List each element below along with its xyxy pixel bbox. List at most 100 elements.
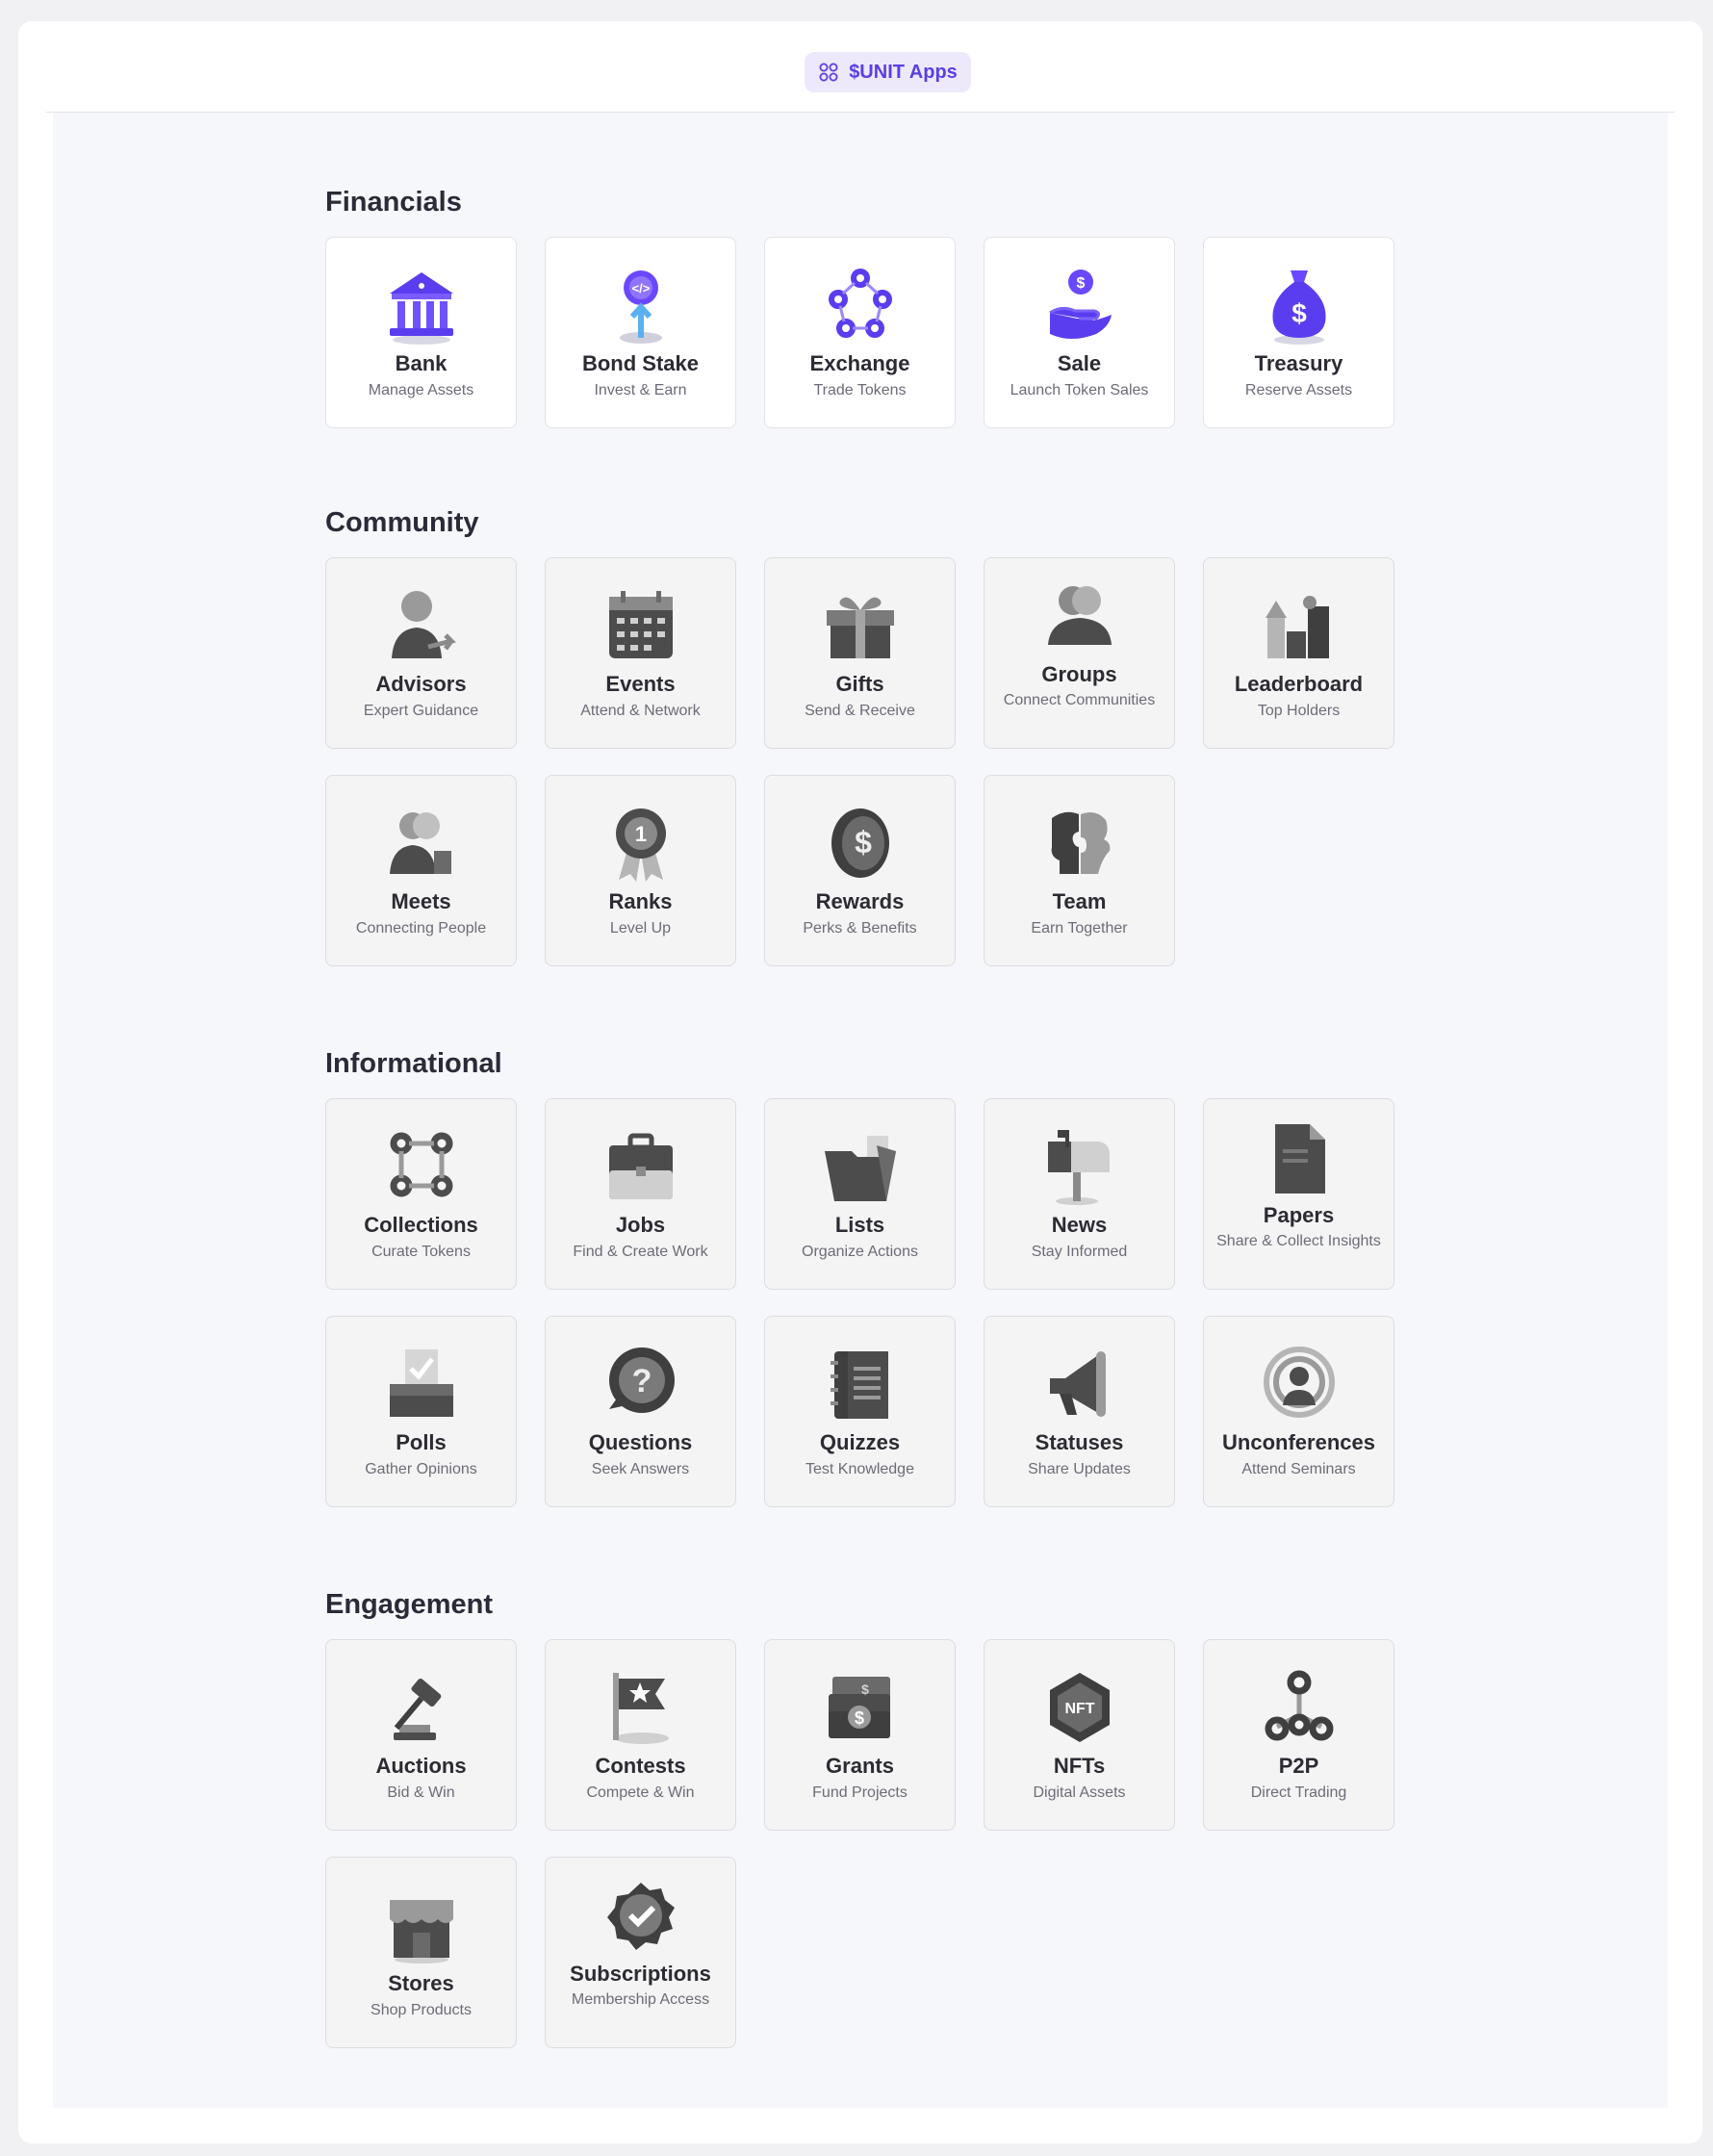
section-title: Community xyxy=(325,507,479,538)
bond-stake-icon: </> xyxy=(603,267,678,346)
app-subtitle: Share Updates xyxy=(1028,1461,1131,1477)
app-card-jobs[interactable]: Jobs Find & Create Work xyxy=(545,1098,736,1290)
apps-menu-button[interactable]: $UNIT Apps xyxy=(805,52,971,92)
leaderboard-icon xyxy=(1262,587,1337,666)
app-card-events[interactable]: Events Attend & Network xyxy=(545,557,736,749)
exchange-icon xyxy=(823,267,898,346)
app-label: Lists xyxy=(834,1213,885,1237)
app-card-auctions[interactable]: Auctions Bid & Win xyxy=(325,1639,517,1831)
app-subtitle: Level Up xyxy=(609,920,672,937)
app-label: Papers xyxy=(1263,1203,1335,1227)
app-subtitle: Stay Informed xyxy=(1031,1244,1128,1260)
app-label: Team xyxy=(1052,889,1107,913)
app-subtitle: Launch Token Sales xyxy=(1010,382,1149,398)
app-label: Exchange xyxy=(809,351,910,375)
advisor-icon xyxy=(384,587,459,666)
app-label: Questions xyxy=(588,1430,693,1454)
app-label: Ranks xyxy=(608,889,673,913)
group-icon xyxy=(1042,581,1117,660)
app-label: Grants xyxy=(826,1754,894,1778)
app-label: Advisors xyxy=(375,672,467,696)
app-card-bank[interactable]: Bank Manage Assets xyxy=(325,237,517,428)
app-card-bond-stake[interactable]: </> Bond Stake Invest & Earn xyxy=(545,237,736,428)
app-subtitle: Share & Collect Insights xyxy=(1216,1233,1381,1249)
app-label: News xyxy=(1051,1213,1108,1237)
app-subtitle: Invest & Earn xyxy=(594,382,687,398)
app-subtitle: Curate Tokens xyxy=(371,1244,471,1260)
app-subtitle: Earn Together xyxy=(1031,920,1128,937)
meets-icon xyxy=(384,805,459,884)
ballot-icon xyxy=(384,1346,459,1424)
app-subtitle: Reserve Assets xyxy=(1244,382,1353,398)
app-label: Collections xyxy=(364,1213,478,1237)
app-card-sale[interactable]: $ Sale Launch Token Sales xyxy=(984,237,1175,428)
p2p-icon xyxy=(1262,1669,1337,1748)
app-card-statuses[interactable]: Statuses Share Updates xyxy=(984,1316,1175,1507)
mailbox-icon xyxy=(1042,1128,1117,1207)
nft-icon: NFT xyxy=(1042,1669,1117,1748)
app-card-papers[interactable]: Papers Share & Collect Insights xyxy=(1203,1098,1394,1290)
app-card-leaderboard[interactable]: Leaderboard Top Holders xyxy=(1203,557,1394,749)
app-label: Jobs xyxy=(615,1213,666,1237)
gavel-icon xyxy=(384,1669,459,1748)
app-card-treasury[interactable]: $ Treasury Reserve Assets xyxy=(1203,237,1394,428)
app-label: Sale xyxy=(1057,351,1102,375)
app-card-exchange[interactable]: Exchange Trade Tokens xyxy=(764,237,956,428)
app-card-questions[interactable]: ? Questions Seek Answers xyxy=(545,1316,736,1507)
flag-icon xyxy=(603,1669,678,1748)
app-subtitle: Shop Products xyxy=(371,2002,472,2018)
svg-text:?: ? xyxy=(631,1363,652,1399)
app-subtitle: Perks & Benefits xyxy=(803,920,917,937)
app-card-grants[interactable]: $ $ Grants Fund Projects xyxy=(764,1639,956,1831)
app-subtitle: Membership Access xyxy=(571,1991,710,2008)
app-subtitle: Compete & Win xyxy=(586,1784,695,1801)
app-grid: Bank Manage Assets </> Bond Stake Invest… xyxy=(325,237,1396,428)
app-card-news[interactable]: News Stay Informed xyxy=(984,1098,1175,1290)
app-card-team[interactable]: Team Earn Together xyxy=(984,775,1175,966)
svg-text:</>: </> xyxy=(631,281,650,295)
app-card-collections[interactable]: Collections Curate Tokens xyxy=(325,1098,517,1290)
app-subtitle: Connect Communities xyxy=(1003,692,1156,708)
app-card-meets[interactable]: Meets Connecting People xyxy=(325,775,517,966)
app-card-nfts[interactable]: NFT NFTs Digital Assets xyxy=(984,1639,1175,1831)
app-card-stores[interactable]: Stores Shop Products xyxy=(325,1857,517,2048)
app-subtitle: Direct Trading xyxy=(1250,1784,1347,1801)
section-engagement: Engagement Auctions Bid & Win Contests C… xyxy=(325,1585,1394,2048)
app-card-lists[interactable]: Lists Organize Actions xyxy=(764,1098,956,1290)
app-subtitle: Gather Opinions xyxy=(365,1461,477,1477)
app-label: NFTs xyxy=(1053,1754,1106,1778)
app-subtitle: Test Knowledge xyxy=(805,1461,914,1477)
section-title: Financials xyxy=(325,187,462,218)
app-card-quizzes[interactable]: Quizzes Test Knowledge xyxy=(764,1316,956,1507)
app-card-ranks[interactable]: 1 Ranks Level Up xyxy=(545,775,736,966)
app-card-advisors[interactable]: Advisors Expert Guidance xyxy=(325,557,517,749)
question-icon: ? xyxy=(603,1346,678,1424)
app-card-groups[interactable]: Groups Connect Communities xyxy=(984,557,1175,749)
verified-badge-icon xyxy=(603,1879,678,1958)
app-label: Bond Stake xyxy=(581,351,700,375)
app-grid: Collections Curate Tokens Jobs Find & Cr… xyxy=(325,1098,1396,1507)
app-card-subscriptions[interactable]: Subscriptions Membership Access xyxy=(545,1857,736,2048)
app-label: Auctions xyxy=(375,1754,467,1778)
app-label: Leaderboard xyxy=(1234,672,1364,696)
app-card-gifts[interactable]: Gifts Send & Receive xyxy=(764,557,956,749)
app-label: Contests xyxy=(595,1754,686,1778)
app-card-polls[interactable]: Polls Gather Opinions xyxy=(325,1316,517,1507)
app-subtitle: Digital Assets xyxy=(1033,1784,1126,1801)
top-bar: $UNIT Apps xyxy=(46,21,1675,113)
app-card-unconferences[interactable]: Unconferences Attend Seminars xyxy=(1203,1316,1394,1507)
app-label: Treasury xyxy=(1254,351,1343,375)
app-label: Bank xyxy=(395,351,447,375)
app-subtitle: Organize Actions xyxy=(802,1244,918,1260)
app-subtitle: Send & Receive xyxy=(805,703,915,719)
gift-icon xyxy=(823,587,898,666)
app-card-p2p[interactable]: P2P Direct Trading xyxy=(1203,1639,1394,1831)
app-label: Groups xyxy=(1041,662,1117,686)
notebook-icon xyxy=(823,1346,898,1424)
app-subtitle: Top Holders xyxy=(1257,703,1341,719)
app-label: Unconferences xyxy=(1222,1430,1375,1454)
store-icon xyxy=(384,1886,459,1965)
app-label: Gifts xyxy=(835,672,884,696)
app-card-rewards[interactable]: $ Rewards Perks & Benefits xyxy=(764,775,956,966)
app-card-contests[interactable]: Contests Compete & Win xyxy=(545,1639,736,1831)
